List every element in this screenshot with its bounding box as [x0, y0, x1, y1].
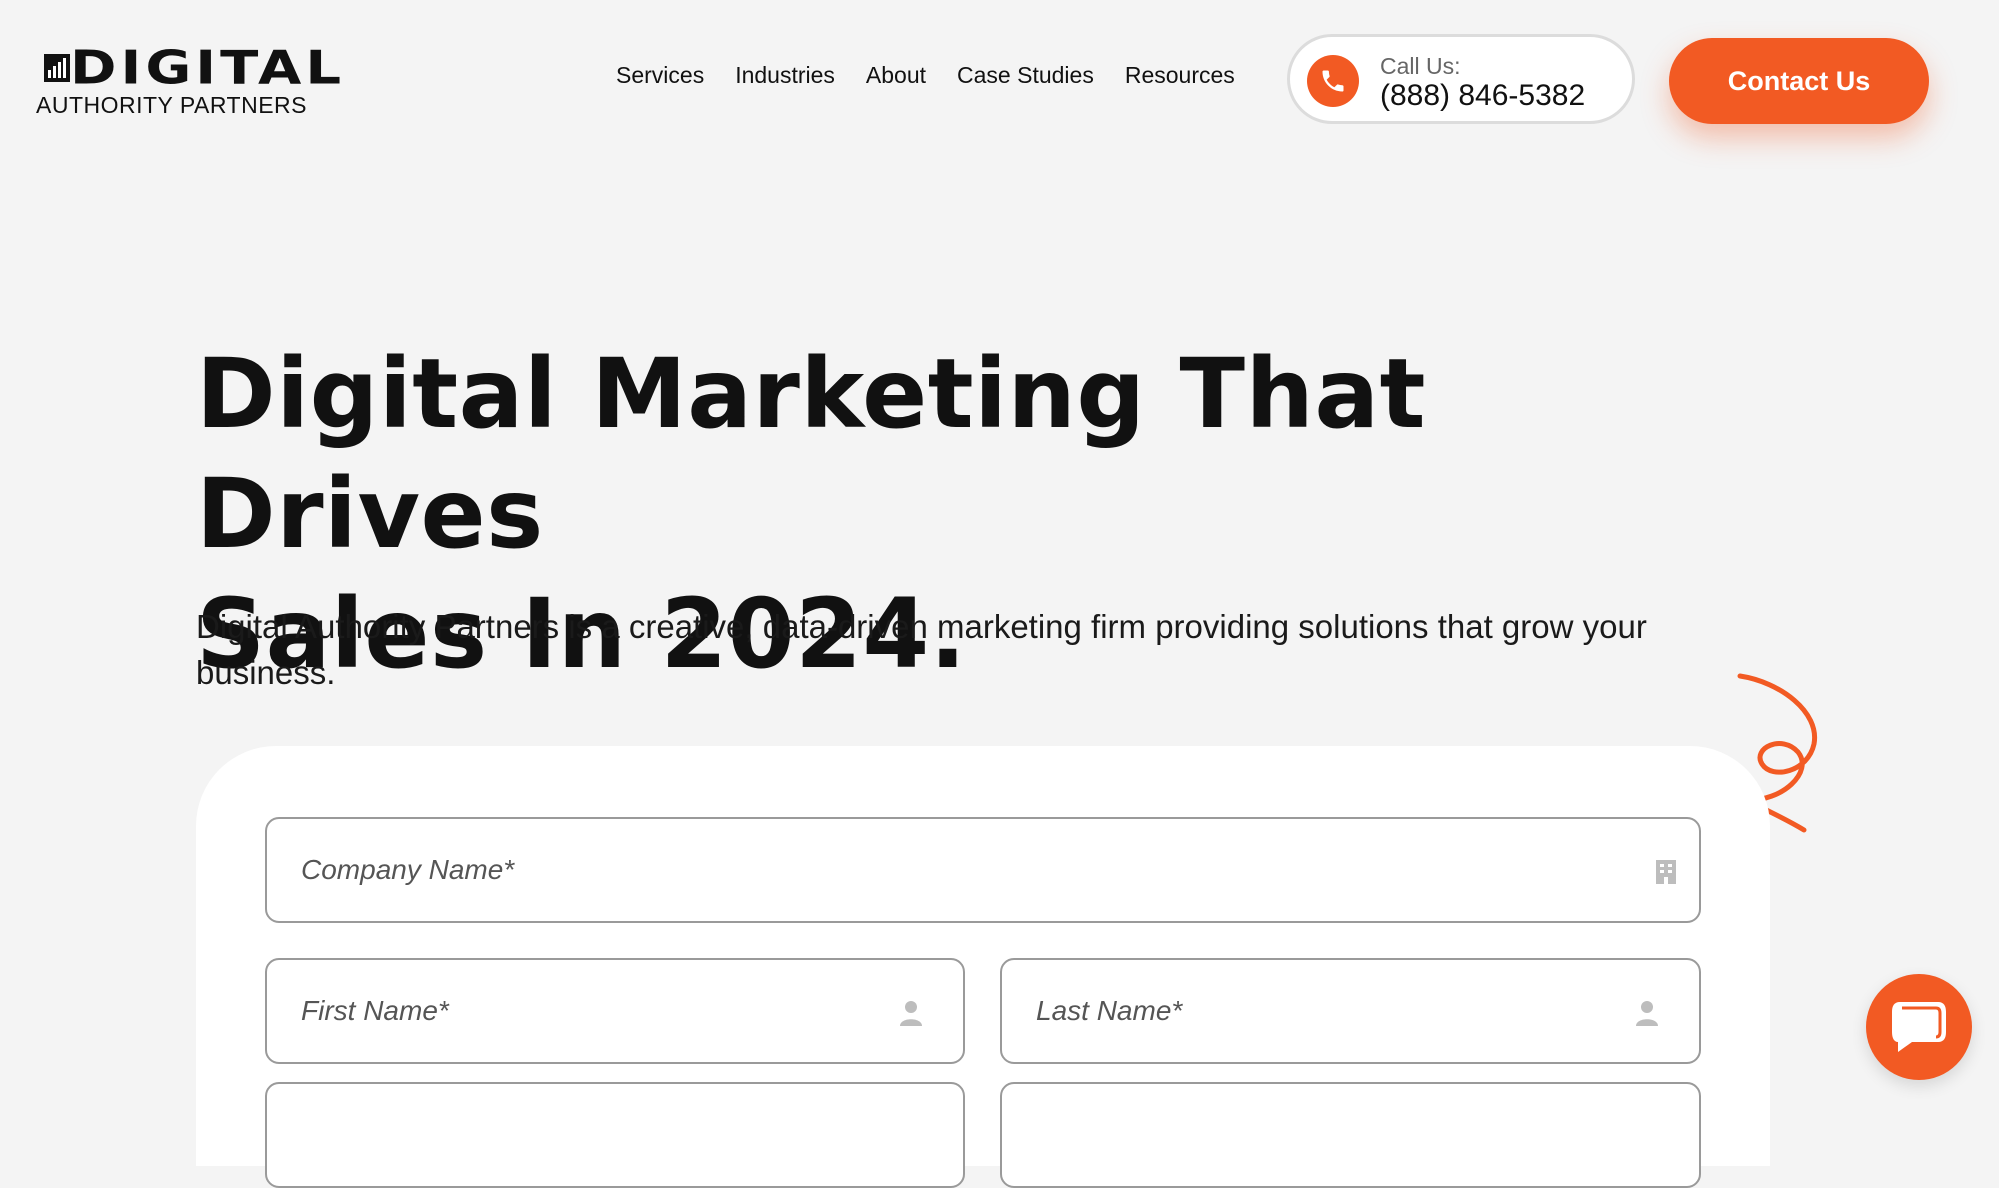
- nav-item-industries[interactable]: Industries: [735, 62, 835, 89]
- phone-icon: [1307, 55, 1359, 107]
- phone-number: (888) 846-5382: [1380, 79, 1586, 112]
- last-name-input[interactable]: [1036, 960, 1594, 1062]
- last-name-field[interactable]: [1000, 958, 1701, 1064]
- nav-item-services[interactable]: Services: [616, 62, 704, 89]
- chat-icon: [1892, 1002, 1946, 1052]
- chat-widget-button[interactable]: [1866, 974, 1972, 1080]
- contact-us-button[interactable]: Contact Us: [1669, 38, 1929, 124]
- company-name-input[interactable]: [301, 819, 1447, 921]
- form-field-row-3-right[interactable]: [1000, 1082, 1701, 1188]
- lead-form-card: [196, 746, 1770, 1188]
- form-field-row-3-left[interactable]: [265, 1082, 965, 1188]
- first-name-input[interactable]: [301, 960, 858, 1062]
- building-icon: [1656, 860, 1676, 884]
- first-name-field[interactable]: [265, 958, 965, 1064]
- logo-bars-icon: [44, 54, 70, 82]
- main-nav: Services Industries About Case Studies R…: [616, 62, 1266, 89]
- person-icon: [1636, 1001, 1658, 1026]
- call-us-link[interactable]: Call Us: (888) 846-5382: [1287, 34, 1635, 124]
- person-icon: [900, 1001, 922, 1026]
- nav-item-about[interactable]: About: [866, 62, 926, 89]
- hero-subtitle: Digital Authority Partners is a creative…: [196, 608, 1647, 691]
- logo[interactable]: DIGITAL AUTHORITY PARTNERS: [36, 46, 341, 122]
- call-us-label: Call Us:: [1380, 53, 1461, 79]
- hero-title-line-1: Digital Marketing That Drives: [196, 338, 1427, 570]
- logo-subtitle: AUTHORITY PARTNERS: [36, 92, 307, 118]
- logo-wordmark: DIGITAL: [70, 41, 345, 96]
- company-name-field[interactable]: [265, 817, 1701, 923]
- nav-item-resources[interactable]: Resources: [1125, 62, 1235, 89]
- nav-item-case-studies[interactable]: Case Studies: [957, 62, 1094, 89]
